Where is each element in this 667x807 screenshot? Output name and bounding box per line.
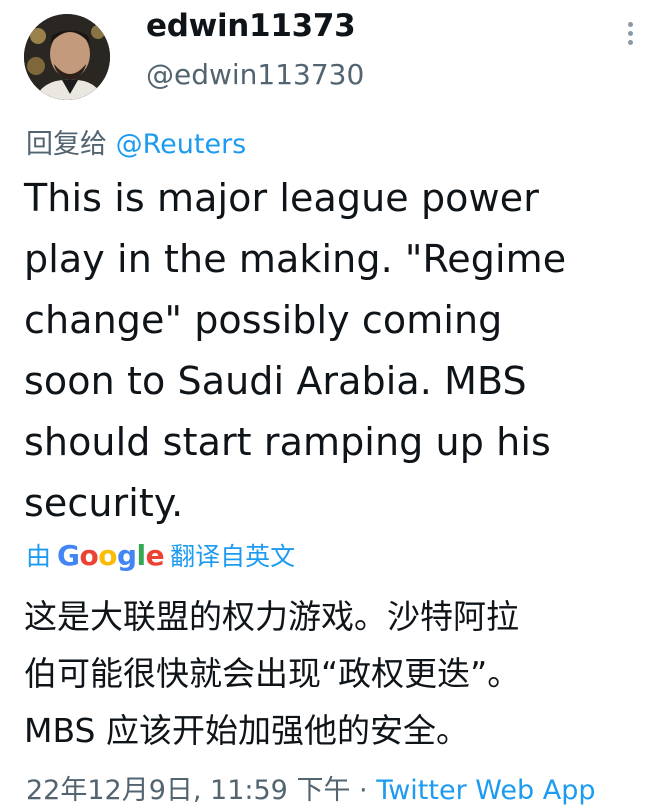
dot bbox=[627, 39, 633, 45]
translated-by-prefix: 由 bbox=[26, 542, 52, 571]
dot bbox=[627, 30, 633, 36]
timestamp[interactable]: 22年12月9日, 11:59 下午 · bbox=[26, 775, 376, 806]
translated-by-suffix: 翻译自英文 bbox=[170, 542, 296, 571]
tweet-text-line: security. bbox=[24, 481, 184, 525]
translated-by-link[interactable]: 由 Google 翻译自英文 bbox=[26, 537, 295, 573]
tweet-text: This is major league power play in the m… bbox=[24, 168, 644, 534]
tweet-text-line: This is major league power bbox=[24, 176, 539, 220]
tweet-text-line: play in the making. "Regime bbox=[24, 237, 567, 281]
avatar[interactable] bbox=[24, 14, 110, 100]
tweet-text-line: should start ramping up his bbox=[24, 420, 551, 464]
source-app-link[interactable]: Twitter Web App bbox=[376, 775, 595, 806]
google-logo: Google bbox=[57, 538, 165, 572]
translated-text-line: 这是大联盟的权力游戏。沙特阿拉 bbox=[24, 597, 519, 636]
reply-prefix: 回复给 bbox=[26, 129, 107, 160]
dot bbox=[627, 21, 633, 27]
user-handle[interactable]: @edwin113730 bbox=[146, 58, 364, 91]
avatar-photo-icon bbox=[24, 14, 110, 100]
more-options-icon[interactable] bbox=[618, 18, 642, 48]
reply-mention-link[interactable]: @Reuters bbox=[116, 129, 247, 160]
reply-context: 回复给 @Reuters bbox=[26, 122, 246, 161]
translated-text-line: MBS 应该开始加强他的安全。 bbox=[24, 711, 469, 750]
tweet-text-line: soon to Saudi Arabia. MBS bbox=[24, 359, 527, 403]
tweet-text-line: change" possibly coming bbox=[24, 298, 503, 342]
display-name[interactable]: edwin11373 bbox=[146, 8, 356, 44]
tweet: edwin11373 @edwin113730 回复给 @Reuters Thi… bbox=[0, 0, 667, 806]
translated-text: 这是大联盟的权力游戏。沙特阿拉 伯可能很快就会出现“政权更迭”。 MBS 应该开… bbox=[24, 588, 654, 759]
translated-text-line: 伯可能很快就会出现“政权更迭”。 bbox=[24, 654, 521, 693]
tweet-metadata: 22年12月9日, 11:59 下午 · Twitter Web App bbox=[26, 768, 595, 807]
